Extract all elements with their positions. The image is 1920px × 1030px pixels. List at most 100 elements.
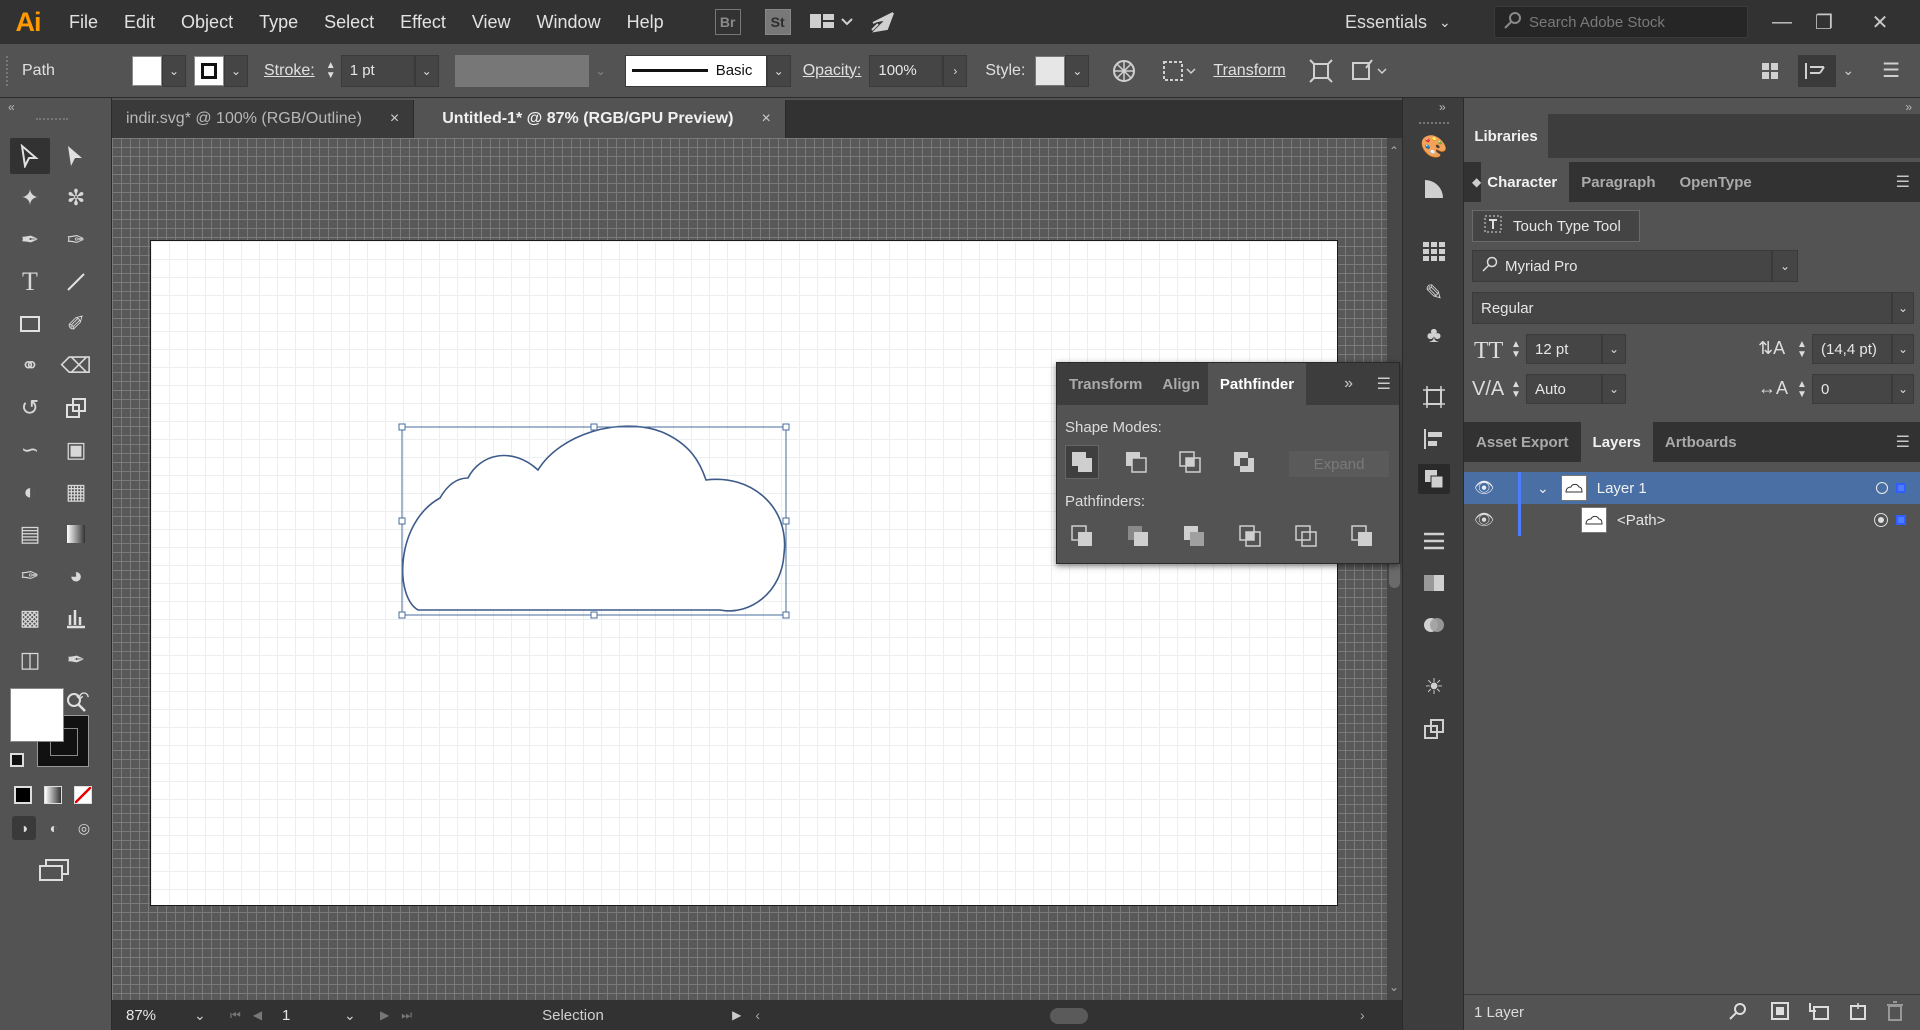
panel-layout-icon[interactable]: [1798, 54, 1837, 87]
rectangle-tool-icon[interactable]: [10, 306, 50, 342]
graphic-style-swatch[interactable]: [1035, 55, 1066, 86]
selection-tool-icon[interactable]: [10, 138, 50, 174]
kerning-field[interactable]: Auto: [1526, 374, 1602, 404]
draw-inside-icon[interactable]: ◎: [72, 816, 96, 840]
blend-tool-icon[interactable]: ◕: [56, 558, 96, 594]
stock-button[interactable]: St: [764, 9, 791, 35]
draw-behind-icon[interactable]: ◐: [42, 816, 66, 840]
align-to-selection-icon[interactable]: [1161, 58, 1197, 84]
tracking-field[interactable]: 0: [1812, 374, 1892, 404]
font-size-dropdown[interactable]: ⌄: [1602, 334, 1626, 364]
menu-help[interactable]: Help: [614, 12, 677, 33]
collapse-icon[interactable]: «: [8, 100, 15, 114]
opacity-slider-toggle[interactable]: ›: [943, 54, 968, 87]
new-sublayer-icon[interactable]: [1808, 1001, 1830, 1024]
collapse-panels-icon[interactable]: »: [1439, 100, 1446, 114]
tracking-dropdown[interactable]: ⌄: [1892, 374, 1914, 404]
menu-view[interactable]: View: [459, 12, 524, 33]
stroke-stepper[interactable]: ▲ ▼: [323, 60, 339, 81]
divide-icon[interactable]: [1065, 519, 1099, 553]
pen-tool-icon[interactable]: ✒: [10, 222, 50, 258]
gradient-mode-icon[interactable]: [44, 786, 62, 804]
first-artboard-icon[interactable]: ⏮: [230, 1008, 241, 1023]
tab-layers[interactable]: Layers: [1580, 422, 1653, 462]
menu-window[interactable]: Window: [524, 12, 614, 33]
isolate-object-icon[interactable]: [1308, 58, 1334, 84]
scale-tool-icon[interactable]: [56, 390, 96, 426]
crop-icon[interactable]: [1233, 519, 1267, 553]
appearance-icon[interactable]: ☀: [1418, 672, 1450, 702]
graphic-styles-icon[interactable]: [1418, 714, 1450, 744]
expand-layer-icon[interactable]: ⌄: [1537, 480, 1549, 497]
swap-colors-icon[interactable]: ↶: [76, 688, 89, 708]
trim-icon[interactable]: [1121, 519, 1155, 553]
merge-icon[interactable]: [1177, 519, 1211, 553]
fill-dropdown[interactable]: ⌄: [162, 54, 186, 87]
transform-link[interactable]: Transform: [1213, 62, 1285, 80]
font-size-field[interactable]: 12 pt: [1526, 334, 1602, 364]
profile-dropdown[interactable]: ⌄: [588, 54, 613, 87]
fill-swatch[interactable]: [132, 55, 162, 86]
menu-object[interactable]: Object: [168, 12, 246, 33]
last-artboard-icon[interactable]: ⏭: [401, 1008, 412, 1023]
target-icon[interactable]: [1876, 482, 1888, 494]
selection-indicator[interactable]: [1896, 515, 1906, 525]
hscroll-left-icon[interactable]: ‹: [755, 1007, 760, 1023]
next-artboard-icon[interactable]: ▶: [380, 1008, 389, 1022]
lasso-icon[interactable]: ✼: [56, 180, 96, 216]
tab-align[interactable]: Align: [1154, 376, 1208, 393]
puppet-warp-icon[interactable]: [1350, 58, 1390, 84]
chevron-down-icon[interactable]: ⌄: [344, 1007, 364, 1024]
align-panel-icon[interactable]: [1418, 424, 1450, 454]
tab-artboards[interactable]: Artboards: [1653, 434, 1749, 451]
brush-dropdown[interactable]: ⌄: [766, 54, 791, 87]
zoom-field[interactable]: 87%: [118, 1003, 194, 1027]
tab-paragraph[interactable]: Paragraph: [1569, 174, 1667, 191]
tab-opentype[interactable]: OpenType: [1667, 174, 1763, 191]
layers-menu-icon[interactable]: ☰: [1896, 432, 1910, 452]
curvature-tool-icon[interactable]: ✑: [56, 222, 96, 258]
close-icon[interactable]: ×: [761, 110, 770, 128]
scroll-down-icon[interactable]: ⌄: [1389, 980, 1399, 994]
hscroll-right-icon[interactable]: ›: [1360, 1007, 1365, 1023]
stroke-weight-field[interactable]: 1 pt: [340, 54, 415, 87]
tab-indir-svg[interactable]: indir.svg* @ 100% (RGB/Outline) ×: [112, 100, 415, 138]
arrange-documents-icon[interactable]: [809, 12, 855, 32]
line-tool-icon[interactable]: [56, 264, 96, 300]
gradient-tool-icon[interactable]: [56, 516, 96, 552]
free-transform-icon[interactable]: ▣: [56, 432, 96, 468]
hscroll-thumb[interactable]: [1050, 1008, 1088, 1024]
layer-row-layer-1[interactable]: 👁 ⌄ Layer 1: [1464, 472, 1920, 504]
new-layer-icon[interactable]: [1848, 1001, 1868, 1024]
previous-artboard-icon[interactable]: ◀: [253, 1008, 262, 1022]
stroke-weight-dropdown[interactable]: ⌄: [414, 54, 439, 87]
chevron-down-icon[interactable]: ⌄: [1842, 62, 1854, 79]
opacity-field[interactable]: 100%: [869, 54, 944, 87]
horizontal-scrollbar[interactable]: [770, 1008, 1360, 1024]
font-style-field[interactable]: Regular: [1472, 292, 1892, 324]
close-icon[interactable]: ×: [390, 110, 399, 128]
vertical-scrollbar[interactable]: ⌃ ⌄: [1387, 138, 1402, 1000]
shape-builder-icon[interactable]: ◐: [10, 474, 50, 510]
outline-icon[interactable]: [1289, 519, 1323, 553]
tracking-stepper[interactable]: ▲ ▼: [1794, 380, 1810, 400]
visibility-eye-icon[interactable]: 👁: [1464, 478, 1504, 498]
stroke-panel-icon[interactable]: [1418, 526, 1450, 556]
bridge-button[interactable]: Br: [714, 9, 741, 35]
stroke-label[interactable]: Stroke:: [264, 62, 315, 80]
font-style-dropdown[interactable]: ⌄: [1892, 292, 1914, 324]
recolor-artwork-icon[interactable]: [1111, 58, 1137, 84]
type-tool-icon[interactable]: T: [10, 264, 50, 300]
intersect-icon[interactable]: [1173, 445, 1207, 479]
scroll-up-icon[interactable]: ⌃: [1389, 144, 1399, 158]
tab-libraries[interactable]: Libraries: [1464, 114, 1548, 158]
color-guide-icon[interactable]: [1418, 174, 1450, 204]
stroke-dropdown[interactable]: ⌄: [224, 54, 248, 87]
panel-menu-icon[interactable]: ☰: [1377, 374, 1391, 394]
screen-mode-icon[interactable]: [38, 858, 72, 882]
selection-bounding-box[interactable]: [398, 423, 794, 621]
rotate-tool-icon[interactable]: ↺: [10, 390, 50, 426]
arrange-icon[interactable]: [1760, 61, 1780, 81]
kerning-dropdown[interactable]: ⌄: [1602, 374, 1626, 404]
none-mode-icon[interactable]: [74, 786, 92, 804]
